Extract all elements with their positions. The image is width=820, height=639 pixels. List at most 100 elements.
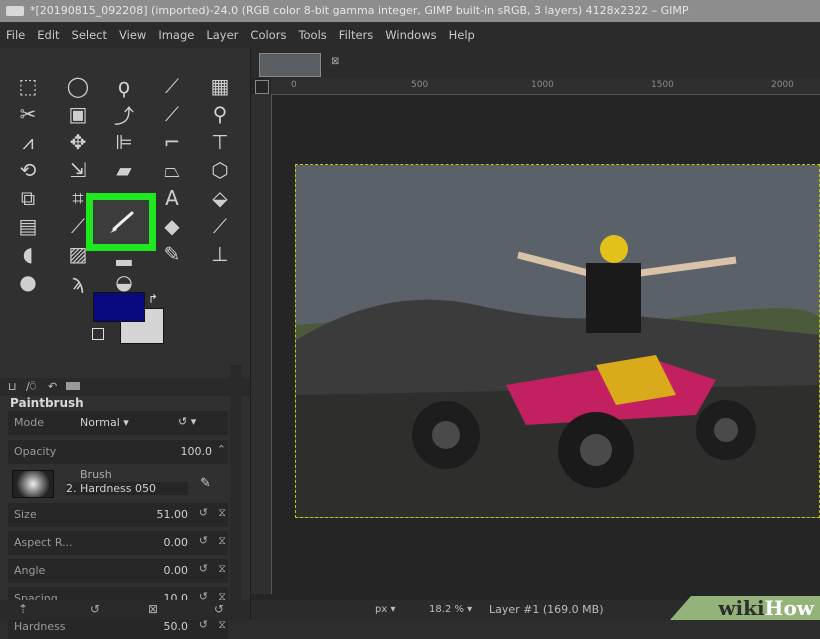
aspect-ratio-row[interactable]: Aspect R... 0.00 ↺ ⧖ xyxy=(8,531,228,555)
fuzzy-select-icon[interactable]: ⟋ xyxy=(158,72,186,100)
opacity-label: Opacity xyxy=(14,445,57,458)
ruler-mark: 0 xyxy=(291,80,297,90)
angle-value[interactable]: 0.00 xyxy=(164,564,189,577)
ruler-mark: 1000 xyxy=(531,80,554,90)
image-window: ⊠ 0 500 1000 1500 2000 px ▾ 18.2 % ▾ Lay… xyxy=(251,48,820,620)
eraser-icon[interactable]: ◆ xyxy=(158,212,186,240)
rotate-icon[interactable]: ⟲ xyxy=(14,156,42,184)
edit-brush-icon[interactable]: ✎ xyxy=(200,476,211,491)
tool-options-tab-icon[interactable]: ⊔ xyxy=(8,380,17,393)
3d-transform-icon[interactable]: ⬡ xyxy=(206,156,234,184)
scale-icon[interactable]: ⇲ xyxy=(64,156,92,184)
perspective-icon[interactable]: ⏢ xyxy=(158,156,186,184)
foreground-select-icon[interactable]: ▣ xyxy=(64,100,92,128)
hardness-label: Hardness xyxy=(14,620,66,633)
angle-reset-icon[interactable]: ↺ xyxy=(199,562,208,575)
flip-icon[interactable]: ⧉ xyxy=(14,184,42,212)
opacity-row[interactable]: Opacity 100.0 ⌃ xyxy=(8,440,228,464)
menu-windows[interactable]: Windows xyxy=(379,28,442,42)
save-options-icon[interactable]: ⇡ xyxy=(18,602,28,616)
free-select-icon[interactable]: ϙ xyxy=(110,72,138,100)
default-colors-icon[interactable] xyxy=(92,328,104,340)
ellipse-select-icon[interactable]: ◯ xyxy=(64,72,92,100)
gimp-app-icon xyxy=(6,6,24,16)
reset-options-icon[interactable]: ↺ xyxy=(214,602,224,616)
menu-edit[interactable]: Edit xyxy=(31,28,65,42)
window-title: *[20190815_092208] (imported)-24.0 (RGB … xyxy=(30,4,689,17)
size-link-icon[interactable]: ⧖ xyxy=(218,506,226,520)
close-tab-icon[interactable]: ⊠ xyxy=(331,56,339,67)
select-by-color-icon[interactable]: ▦ xyxy=(206,72,234,100)
brush-label: Brush xyxy=(80,468,112,481)
zoom-select[interactable]: 18.2 % ▾ xyxy=(429,600,472,620)
size-label: Size xyxy=(14,508,37,521)
image-tab-thumbnail[interactable] xyxy=(259,53,321,77)
smudge-icon[interactable]: ϡ xyxy=(64,268,92,296)
paintbrush-tool-button[interactable] xyxy=(93,200,149,244)
menu-select[interactable]: Select xyxy=(66,28,113,42)
zoom-icon[interactable]: ⚲ xyxy=(206,100,234,128)
options-scrollbar[interactable] xyxy=(230,365,242,600)
mode-row: Mode Normal ▾ ↺ ▾ xyxy=(8,411,228,435)
menu-image[interactable]: Image xyxy=(152,28,200,42)
shear-icon[interactable]: ▰ xyxy=(110,156,138,184)
undo-history-tab-icon[interactable]: ↶ xyxy=(48,380,57,393)
delete-options-icon[interactable]: ⊠ xyxy=(148,602,158,616)
bucket-fill-icon[interactable]: ⬙ xyxy=(206,184,234,212)
quick-mask-icon[interactable] xyxy=(255,80,269,94)
ink-icon[interactable]: ◖ xyxy=(14,240,42,268)
opacity-value[interactable]: 100.0 xyxy=(181,445,213,458)
canvas-image[interactable] xyxy=(295,164,820,518)
menu-tools[interactable]: Tools xyxy=(292,28,332,42)
options-bottom-bar: ⇡ ↺ ⊠ ↺ xyxy=(0,600,250,620)
restore-options-icon[interactable]: ↺ xyxy=(90,602,100,616)
heal-icon[interactable]: ✎ xyxy=(158,240,186,268)
menu-view[interactable]: View xyxy=(113,28,152,42)
rect-select-icon[interactable]: ⬚ xyxy=(14,72,42,100)
paths-icon[interactable]: ⤴ xyxy=(110,100,138,128)
menu-colors[interactable]: Colors xyxy=(244,28,292,42)
crop-icon[interactable]: ⌐ xyxy=(158,128,186,156)
dock-tabs: ⊔ ∕⍥ ↶ ▣ xyxy=(0,378,250,396)
move-icon[interactable]: ✥ xyxy=(64,128,92,156)
hardness-link-icon[interactable]: ⧖ xyxy=(218,618,226,632)
layer-info: Layer #1 (169.0 MB) xyxy=(489,603,604,616)
brush-preview[interactable] xyxy=(12,470,54,498)
opacity-stepper-icon[interactable]: ⌃ xyxy=(217,443,226,456)
unit-select[interactable]: px ▾ xyxy=(375,600,395,620)
measure-icon[interactable]: ⩘ xyxy=(14,128,42,156)
device-status-tab-icon[interactable]: ∕⍥ xyxy=(26,380,36,394)
menu-help[interactable]: Help xyxy=(443,28,481,42)
menu-layer[interactable]: Layer xyxy=(200,28,244,42)
scissors-select-icon[interactable]: ✂ xyxy=(14,100,42,128)
text-icon[interactable]: A xyxy=(158,184,186,212)
gradient-icon[interactable]: ▤ xyxy=(14,212,42,240)
aspect-ratio-value[interactable]: 0.00 xyxy=(164,536,189,549)
foreground-color-swatch[interactable] xyxy=(93,292,145,322)
mode-reset-icon[interactable]: ↺ ▾ xyxy=(178,415,196,428)
size-reset-icon[interactable]: ↺ xyxy=(199,506,208,519)
aspect-ratio-link-icon[interactable]: ⧖ xyxy=(218,534,226,548)
menu-filters[interactable]: Filters xyxy=(333,28,379,42)
blur-icon[interactable]: ● xyxy=(14,268,42,296)
angle-row[interactable]: Angle 0.00 ↺ ⧖ xyxy=(8,559,228,583)
menu-file[interactable]: File xyxy=(0,28,31,42)
aspect-ratio-reset-icon[interactable]: ↺ xyxy=(199,534,208,547)
window-title-bar: *[20190815_092208] (imported)-24.0 (RGB … xyxy=(0,0,820,22)
color-picker-icon[interactable]: ⟋ xyxy=(158,100,186,128)
size-value[interactable]: 51.00 xyxy=(157,508,189,521)
menu-bar: File Edit Select View Image Layer Colors Tools F… xyxy=(0,22,820,48)
mode-label: Mode xyxy=(14,416,44,429)
hardness-value[interactable]: 50.0 xyxy=(164,620,189,633)
brush-name[interactable]: 2. Hardness 050 xyxy=(66,482,188,495)
perspective-clone-icon[interactable]: ⊥ xyxy=(206,240,234,268)
angle-link-icon[interactable]: ⧖ xyxy=(218,562,226,576)
size-row[interactable]: Size 51.00 ↺ ⧖ xyxy=(8,503,228,527)
airbrush-icon[interactable]: ⟋ xyxy=(206,212,234,240)
image-tabs: ⊠ xyxy=(251,48,820,78)
unified-transform-icon[interactable]: ⊤ xyxy=(206,128,234,156)
images-tab-icon[interactable] xyxy=(66,382,80,390)
swap-colors-icon[interactable]: ↱ xyxy=(148,292,158,306)
align-icon[interactable]: ⊫ xyxy=(110,128,138,156)
mode-select[interactable]: Normal ▾ xyxy=(80,416,129,429)
